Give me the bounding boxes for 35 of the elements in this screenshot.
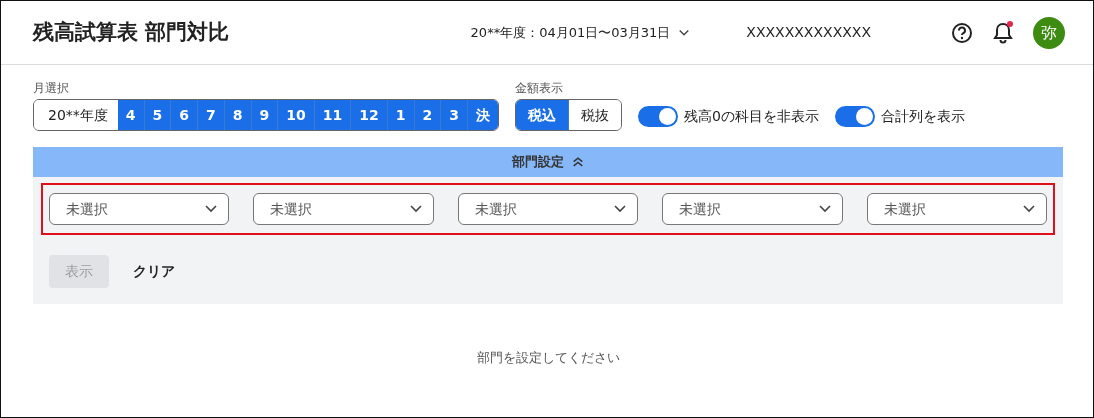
field-label: 金額表示 <box>515 80 565 97</box>
toggle-label: 合計列を表示 <box>880 107 965 126</box>
account-name: XXXXXXXXXXXXX <box>746 23 871 42</box>
toggle-switch[interactable] <box>638 106 679 127</box>
month-segment[interactable]: 2 <box>414 100 442 130</box>
period-selector[interactable]: 20**年度：04月01日〜03月31日 <box>470 22 691 43</box>
help-icon[interactable] <box>951 21 973 44</box>
toggle-switch[interactable] <box>834 106 875 127</box>
month-segment[interactable]: 11 <box>314 100 352 130</box>
empty-message: 部門を設定してください <box>475 349 621 367</box>
department-select[interactable]: 未選択 <box>866 193 1048 225</box>
toggle-label: 残高0の科目を非表示 <box>684 107 819 126</box>
section-header-bar[interactable]: 部門設定 <box>33 147 1063 177</box>
month-segment[interactable]: 5 <box>144 100 172 130</box>
clear-button[interactable]: クリア <box>121 255 187 288</box>
double-chevron-up-icon <box>572 156 584 168</box>
month-segment[interactable]: 4 <box>117 100 145 130</box>
department-select[interactable]: 未選択 <box>457 193 639 225</box>
department-select[interactable]: 未選択 <box>49 193 230 225</box>
month-segment[interactable]: 10 <box>278 100 315 130</box>
month-segment[interactable]: 7 <box>198 100 225 130</box>
month-segment[interactable]: 6 <box>171 100 199 130</box>
month-segment[interactable]: 8 <box>224 100 252 130</box>
notification-bell-icon[interactable] <box>993 20 1013 45</box>
department-select[interactable]: 未選択 <box>253 193 434 225</box>
month-segment[interactable]: 決 <box>468 100 499 130</box>
page-title: 残高試算表 部門対比 <box>33 19 230 46</box>
department-select[interactable]: 未選択 <box>662 193 843 225</box>
tax-option-segment[interactable]: 税込 <box>516 100 570 130</box>
month-segment[interactable]: 1 <box>387 100 415 130</box>
month-segment[interactable]: 9 <box>251 100 279 130</box>
month-segment[interactable]: 3 <box>441 100 469 130</box>
month-segment[interactable]: 12 <box>351 100 388 130</box>
field-label: 月選択 <box>33 80 70 97</box>
user-avatar[interactable]: 弥 <box>1033 16 1065 49</box>
